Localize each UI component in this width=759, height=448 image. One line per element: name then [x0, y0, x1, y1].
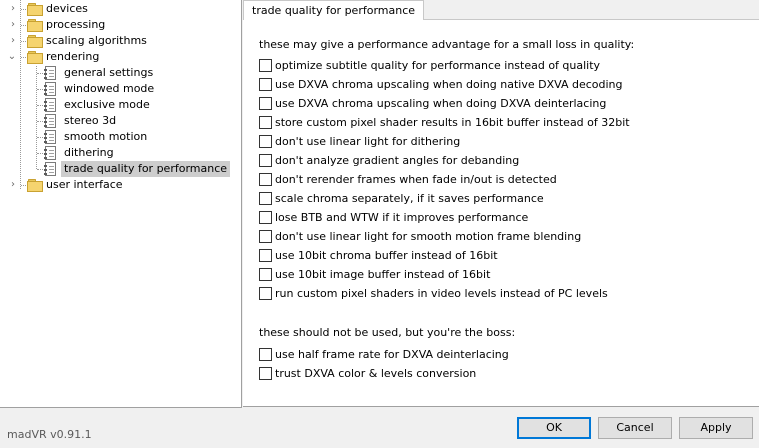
- tree-item-smooth-motion[interactable]: smooth motion: [0, 129, 241, 145]
- folder-icon: [27, 179, 43, 192]
- chevron-right-icon[interactable]: ›: [8, 33, 18, 49]
- page-icon: [44, 130, 56, 144]
- tree-item-label: smooth motion: [64, 130, 148, 143]
- checkbox[interactable]: [259, 268, 272, 281]
- apply-button[interactable]: Apply: [679, 417, 753, 439]
- tree-item-label: user interface: [46, 178, 123, 191]
- ok-button[interactable]: OK: [517, 417, 591, 439]
- option-label: store custom pixel shader results in 16b…: [275, 116, 630, 129]
- folder-icon: [27, 3, 43, 16]
- option-label: run custom pixel shaders in video levels…: [275, 287, 608, 300]
- option-label: use 10bit image buffer instead of 16bit: [275, 268, 491, 281]
- tree-item-scaling-algorithms[interactable]: › scaling algorithms: [0, 33, 241, 49]
- page-icon: [44, 162, 56, 176]
- tree-item-label: devices: [46, 2, 88, 15]
- tree-item-label: rendering: [46, 50, 100, 63]
- option-label: don't use linear light for dithering: [275, 135, 461, 148]
- checkbox[interactable]: [259, 116, 272, 129]
- chevron-right-icon[interactable]: ›: [8, 17, 18, 33]
- checkbox[interactable]: [259, 230, 272, 243]
- option-label: don't rerender frames when fade in/out i…: [275, 173, 557, 186]
- cancel-button[interactable]: Cancel: [598, 417, 672, 439]
- checkbox[interactable]: [259, 154, 272, 167]
- page-icon: [44, 98, 56, 112]
- page-icon: [44, 146, 56, 160]
- option-label: don't analyze gradient angles for deband…: [275, 154, 520, 167]
- tree-item-dithering[interactable]: dithering: [0, 145, 241, 161]
- tree-item-label: processing: [46, 18, 106, 31]
- page-icon: [44, 114, 56, 128]
- tree-item-label: scaling algorithms: [46, 34, 147, 47]
- tree-item-general-settings[interactable]: general settings: [0, 65, 241, 81]
- option-label: use half frame rate for DXVA deinterlaci…: [275, 348, 509, 361]
- tree-item-label: exclusive mode: [64, 98, 150, 111]
- tree-item-stereo-3d[interactable]: stereo 3d: [0, 113, 241, 129]
- chevron-right-icon[interactable]: ›: [8, 177, 18, 193]
- checkbox[interactable]: [259, 287, 272, 300]
- settings-page: these may give a performance advantage f…: [243, 19, 759, 407]
- settings-tree[interactable]: › devices › processing › scaling algorit…: [0, 0, 242, 408]
- tree-item-label: general settings: [64, 66, 154, 79]
- version-label: madVR v0.91.1: [7, 428, 92, 441]
- section-heading: these may give a performance advantage f…: [259, 38, 635, 51]
- checkbox[interactable]: [259, 97, 272, 110]
- option-label: lose BTB and WTW if it improves performa…: [275, 211, 529, 224]
- option-label: optimize subtitle quality for performanc…: [275, 59, 601, 72]
- tab-strip: trade quality for performance: [243, 0, 759, 21]
- option-label: scale chroma separately, if it saves per…: [275, 192, 544, 205]
- option-label: don't use linear light for smooth motion…: [275, 230, 582, 243]
- tree-item-rendering[interactable]: ⌄ rendering: [0, 49, 241, 65]
- checkbox[interactable]: [259, 135, 272, 148]
- chevron-down-icon[interactable]: ⌄: [7, 49, 17, 65]
- tree-item-trade-quality[interactable]: trade quality for performance: [0, 161, 241, 177]
- tree-item-processing[interactable]: › processing: [0, 17, 241, 33]
- tree-item-label: stereo 3d: [64, 114, 117, 127]
- checkbox[interactable]: [259, 78, 272, 91]
- checkbox[interactable]: [259, 211, 272, 224]
- option-label: use 10bit chroma buffer instead of 16bit: [275, 249, 498, 262]
- tree-item-devices[interactable]: › devices: [0, 1, 241, 17]
- checkbox[interactable]: [259, 173, 272, 186]
- tab-trade-quality[interactable]: trade quality for performance: [243, 0, 425, 20]
- page-icon: [44, 66, 56, 80]
- checkbox[interactable]: [259, 367, 272, 380]
- section-heading: these should not be used, but you're the…: [259, 326, 516, 339]
- checkbox[interactable]: [259, 192, 272, 205]
- folder-open-icon: [27, 51, 43, 64]
- option-label: use DXVA chroma upscaling when doing nat…: [275, 78, 623, 91]
- checkbox[interactable]: [259, 348, 272, 361]
- page-icon: [44, 82, 56, 96]
- tree-item-windowed-mode[interactable]: windowed mode: [0, 81, 241, 97]
- option-label: trust DXVA color & levels conversion: [275, 367, 477, 380]
- tree-item-label: dithering: [64, 146, 114, 159]
- chevron-right-icon[interactable]: ›: [8, 1, 18, 17]
- option-label: use DXVA chroma upscaling when doing DXV…: [275, 97, 607, 110]
- folder-icon: [27, 35, 43, 48]
- tree-item-label: windowed mode: [64, 82, 155, 95]
- tree-item-exclusive-mode[interactable]: exclusive mode: [0, 97, 241, 113]
- checkbox[interactable]: [259, 249, 272, 262]
- checkbox[interactable]: [259, 59, 272, 72]
- tree-item-user-interface[interactable]: › user interface: [0, 177, 241, 193]
- tree-item-label: trade quality for performance: [61, 161, 231, 177]
- folder-icon: [27, 19, 43, 32]
